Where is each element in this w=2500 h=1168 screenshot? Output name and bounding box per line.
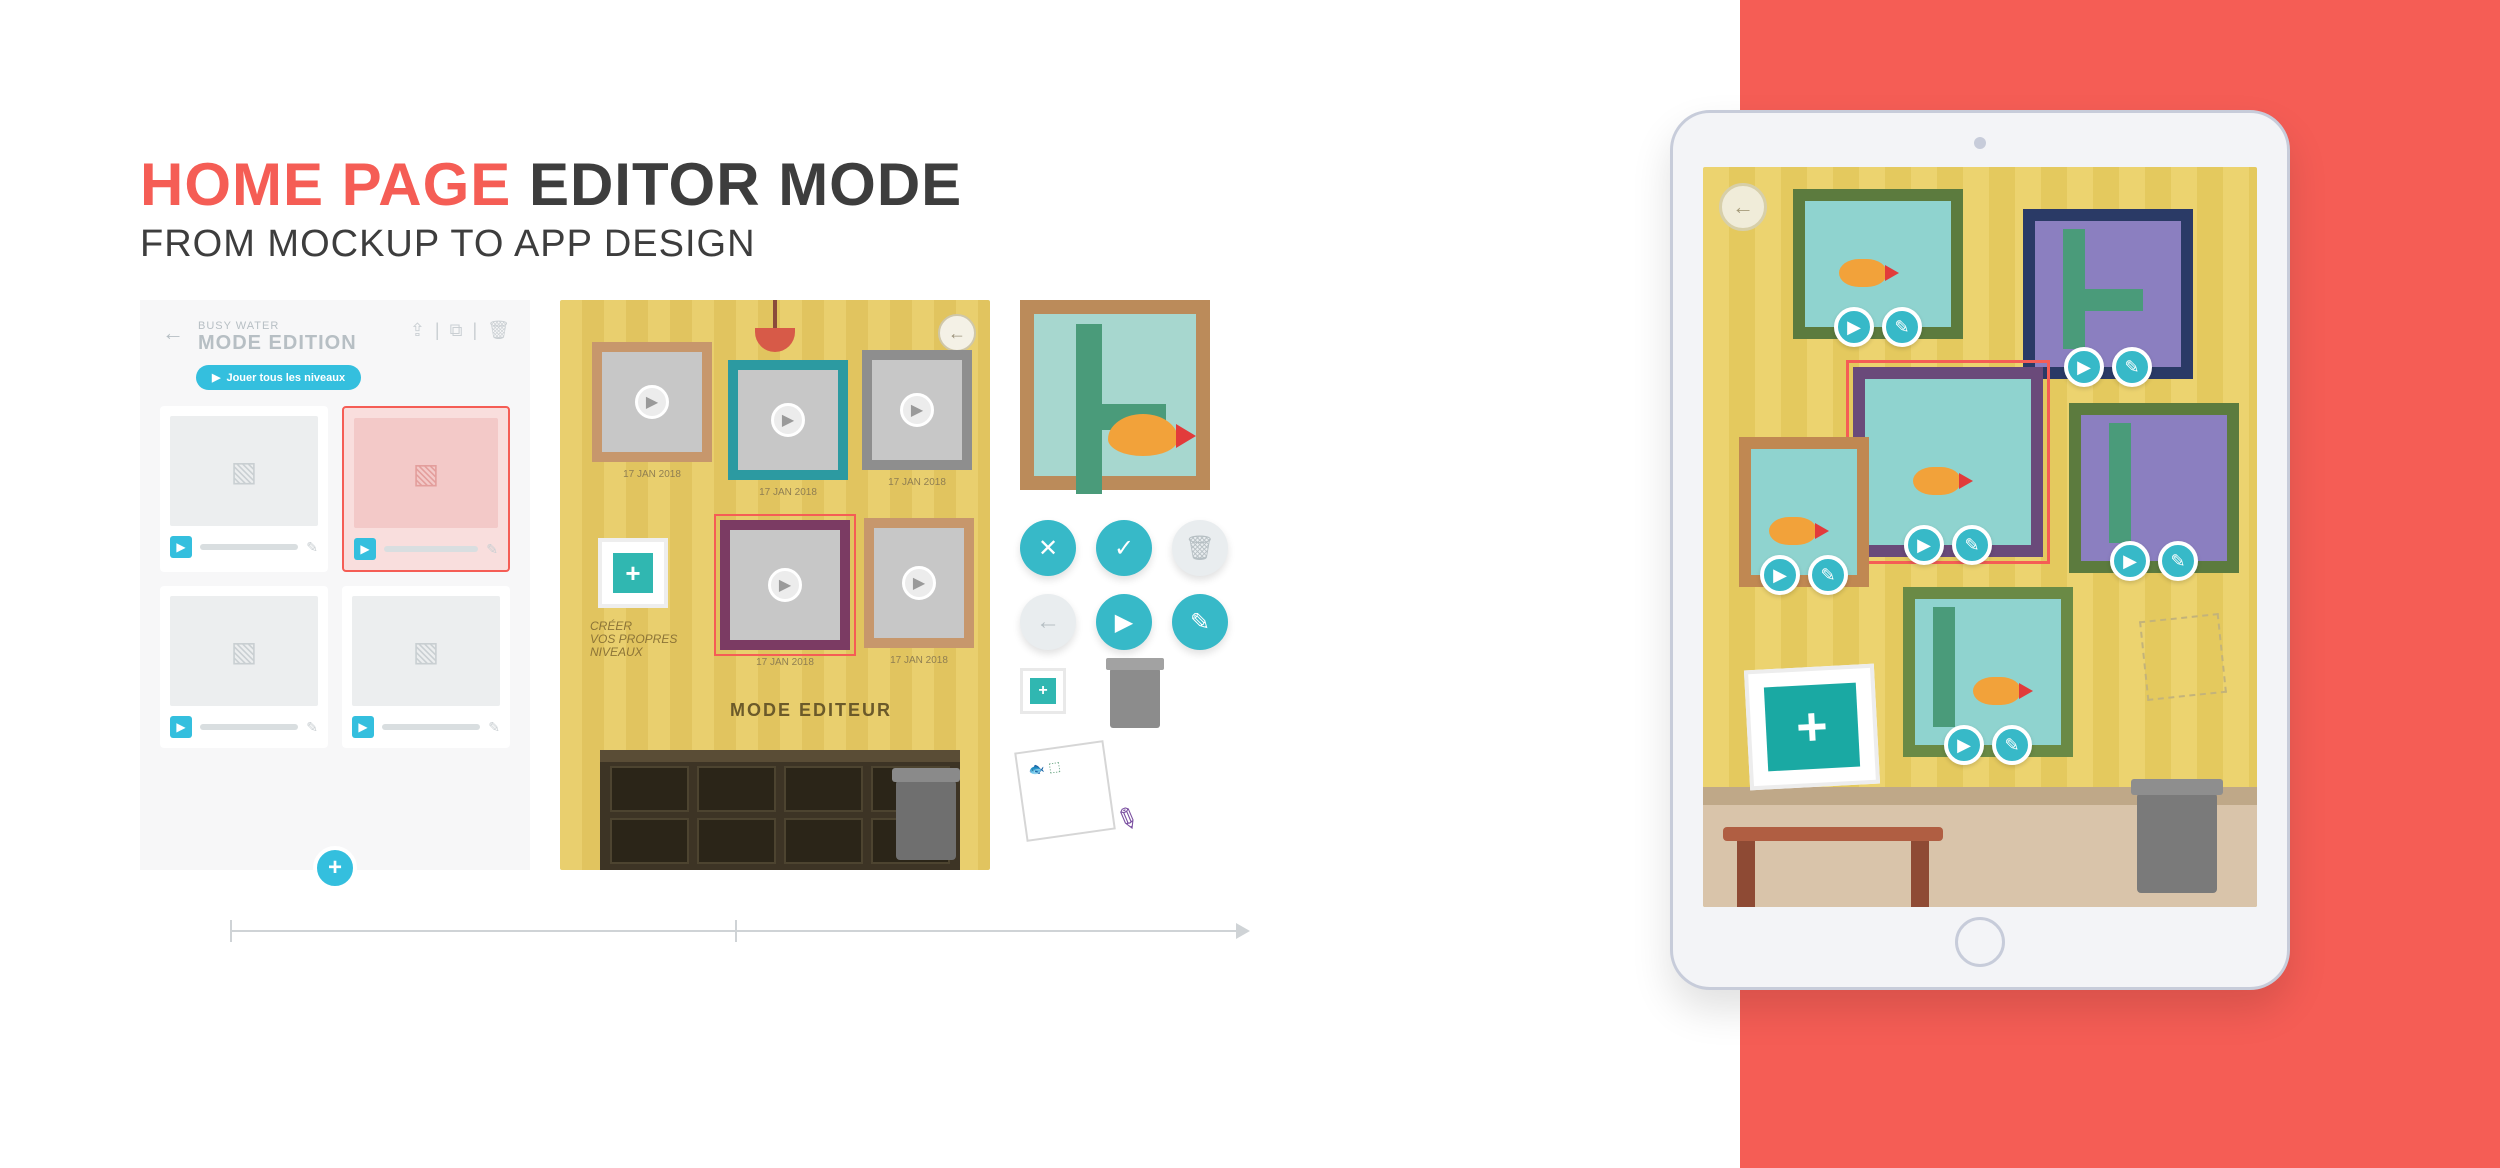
- frame-date: 17 JAN 2018: [728, 487, 848, 498]
- wireframe-mockup: ← BUSY WATER MODE EDITION ⇪ | ⧉ | 🗑 ▶ Jo…: [140, 300, 530, 870]
- add-level-card[interactable]: +: [598, 538, 668, 608]
- play-icon[interactable]: ▶: [2110, 541, 2150, 581]
- frame-date: 17 JAN 2018: [592, 469, 712, 480]
- edit-icon[interactable]: ✎: [2112, 347, 2152, 387]
- frame-date: 17 JAN 2018: [720, 657, 850, 668]
- level-frame[interactable]: ▶ 17 JAN 2018: [864, 518, 974, 648]
- play-icon[interactable]: ▶: [352, 716, 374, 738]
- level-frame[interactable]: ▶✎: [1739, 437, 1869, 587]
- level-frame[interactable]: ▶✎: [1903, 587, 2073, 757]
- plus-icon: +: [613, 553, 653, 593]
- level-card[interactable]: ▧ ▶ ✎: [160, 586, 328, 748]
- add-level-card[interactable]: +: [1744, 664, 1880, 791]
- close-button[interactable]: ✕: [1020, 520, 1076, 576]
- wireframe-kicker: BUSY WATER: [198, 320, 398, 332]
- wireframe-mode: MODE EDITION: [198, 332, 398, 355]
- level-frame[interactable]: ▶✎: [1793, 189, 1963, 339]
- fish-icon: [1108, 414, 1178, 456]
- sketch-note: [2139, 613, 2227, 701]
- edit-icon[interactable]: ✎: [1952, 525, 1992, 565]
- sketch-asset: 🐟 ⬚: [1014, 740, 1116, 842]
- edit-icon[interactable]: ✎: [1992, 725, 2032, 765]
- image-placeholder-icon: ▧: [170, 416, 318, 526]
- page-heading: HOME PAGE EDITOR MODE FROM MOCKUP TO APP…: [140, 150, 962, 266]
- frame-date: 17 JAN 2018: [862, 477, 972, 488]
- back-arrow-icon[interactable]: ←: [160, 320, 186, 346]
- back-button-disabled: ←: [1020, 594, 1076, 650]
- frame-date: 17 JAN 2018: [864, 655, 974, 666]
- play-all-label: Jouer tous les niveaux: [226, 372, 345, 384]
- level-frame[interactable]: ▶✎: [2023, 209, 2193, 379]
- asset-palette: ✕ ✓ 🗑 ← ▶ ✎ + 🐟 ⬚: [1020, 300, 1260, 836]
- subtitle: FROM MOCKUP TO APP DESIGN: [140, 219, 962, 266]
- level-frame-selected[interactable]: ▶✎: [1853, 367, 2043, 557]
- title-plain: EDITOR MODE: [529, 151, 962, 218]
- edit-icon[interactable]: ✎: [488, 719, 500, 736]
- tablet-camera: [1974, 137, 1986, 149]
- level-frame[interactable]: ▶ 17 JAN 2018: [862, 350, 972, 470]
- plus-icon: +: [1764, 683, 1860, 772]
- image-placeholder-icon: ▧: [352, 596, 500, 706]
- play-icon[interactable]: ▶: [354, 538, 376, 560]
- level-frame[interactable]: ▶ 17 JAN 2018: [592, 342, 712, 462]
- edit-icon[interactable]: ✎: [1882, 307, 1922, 347]
- image-placeholder-icon: ▧: [354, 418, 498, 528]
- trash-decoration[interactable]: [896, 780, 956, 860]
- play-icon[interactable]: ▶: [1834, 307, 1874, 347]
- level-frame[interactable]: ▶✎: [2069, 403, 2239, 573]
- level-card[interactable]: ▧ ▶ ✎: [160, 406, 328, 572]
- edit-icon[interactable]: ✎: [1808, 555, 1848, 595]
- level-frame[interactable]: ▶ 17 JAN 2018: [728, 360, 848, 480]
- play-icon[interactable]: ▶: [170, 716, 192, 738]
- play-icon: ▶: [212, 371, 220, 384]
- tablet-device: ← ▶✎ ▶✎ ▶✎ ▶✎ ▶✎: [1670, 110, 2290, 990]
- painted-mockup: ← ▶ 17 JAN 2018 ▶ 17 JAN 2018 ▶ 17 JAN 2…: [560, 300, 990, 870]
- add-asset[interactable]: +: [1020, 668, 1066, 714]
- play-icon[interactable]: ▶: [1944, 725, 1984, 765]
- edit-button[interactable]: ✎: [1172, 594, 1228, 650]
- title-placeholder: [384, 546, 478, 552]
- image-placeholder-icon: ▧: [170, 596, 318, 706]
- level-frame-selected[interactable]: ▶ 17 JAN 2018: [720, 520, 850, 650]
- level-preview-asset: [1020, 300, 1210, 490]
- trash-asset[interactable]: [1110, 668, 1160, 728]
- app-screen: ← ▶✎ ▶✎ ▶✎ ▶✎ ▶✎: [1703, 167, 2257, 907]
- title-placeholder: [200, 724, 298, 730]
- delete-button[interactable]: 🗑: [1172, 520, 1228, 576]
- play-icon[interactable]: ▶: [1904, 525, 1944, 565]
- play-button[interactable]: ▶: [1096, 594, 1152, 650]
- add-level-button[interactable]: +: [313, 846, 357, 890]
- title-placeholder: [200, 544, 298, 550]
- play-icon[interactable]: ▶: [170, 536, 192, 558]
- play-icon[interactable]: ▶: [2064, 347, 2104, 387]
- confirm-button[interactable]: ✓: [1096, 520, 1152, 576]
- trash-bin[interactable]: [2137, 793, 2217, 893]
- create-note: CRÉER VOS PROPRES NIVEAUX: [590, 620, 677, 660]
- title-accent: HOME PAGE: [140, 151, 511, 218]
- share-icon[interactable]: ⇪: [410, 320, 425, 341]
- level-card-selected[interactable]: ▧ ▶ ✎: [342, 406, 510, 572]
- trash-icon[interactable]: 🗑: [487, 320, 510, 341]
- edit-icon[interactable]: ✎: [486, 541, 498, 558]
- copy-icon[interactable]: ⧉: [450, 320, 463, 341]
- back-button[interactable]: ←: [1719, 183, 1767, 231]
- back-button[interactable]: ←: [938, 314, 976, 352]
- edit-icon[interactable]: ✎: [306, 539, 318, 556]
- tablet-home-button[interactable]: [1955, 917, 2005, 967]
- edit-icon[interactable]: ✎: [306, 719, 318, 736]
- title-placeholder: [382, 724, 480, 730]
- play-icon[interactable]: ▶: [1760, 555, 1800, 595]
- progress-axis: [230, 930, 1240, 932]
- level-card[interactable]: ▧ ▶ ✎: [342, 586, 510, 748]
- edit-icon[interactable]: ✎: [2158, 541, 2198, 581]
- shelf-label: MODE EDITEUR: [730, 700, 892, 721]
- desk-decoration: [1723, 827, 1943, 907]
- play-all-button[interactable]: ▶ Jouer tous les niveaux: [196, 365, 361, 390]
